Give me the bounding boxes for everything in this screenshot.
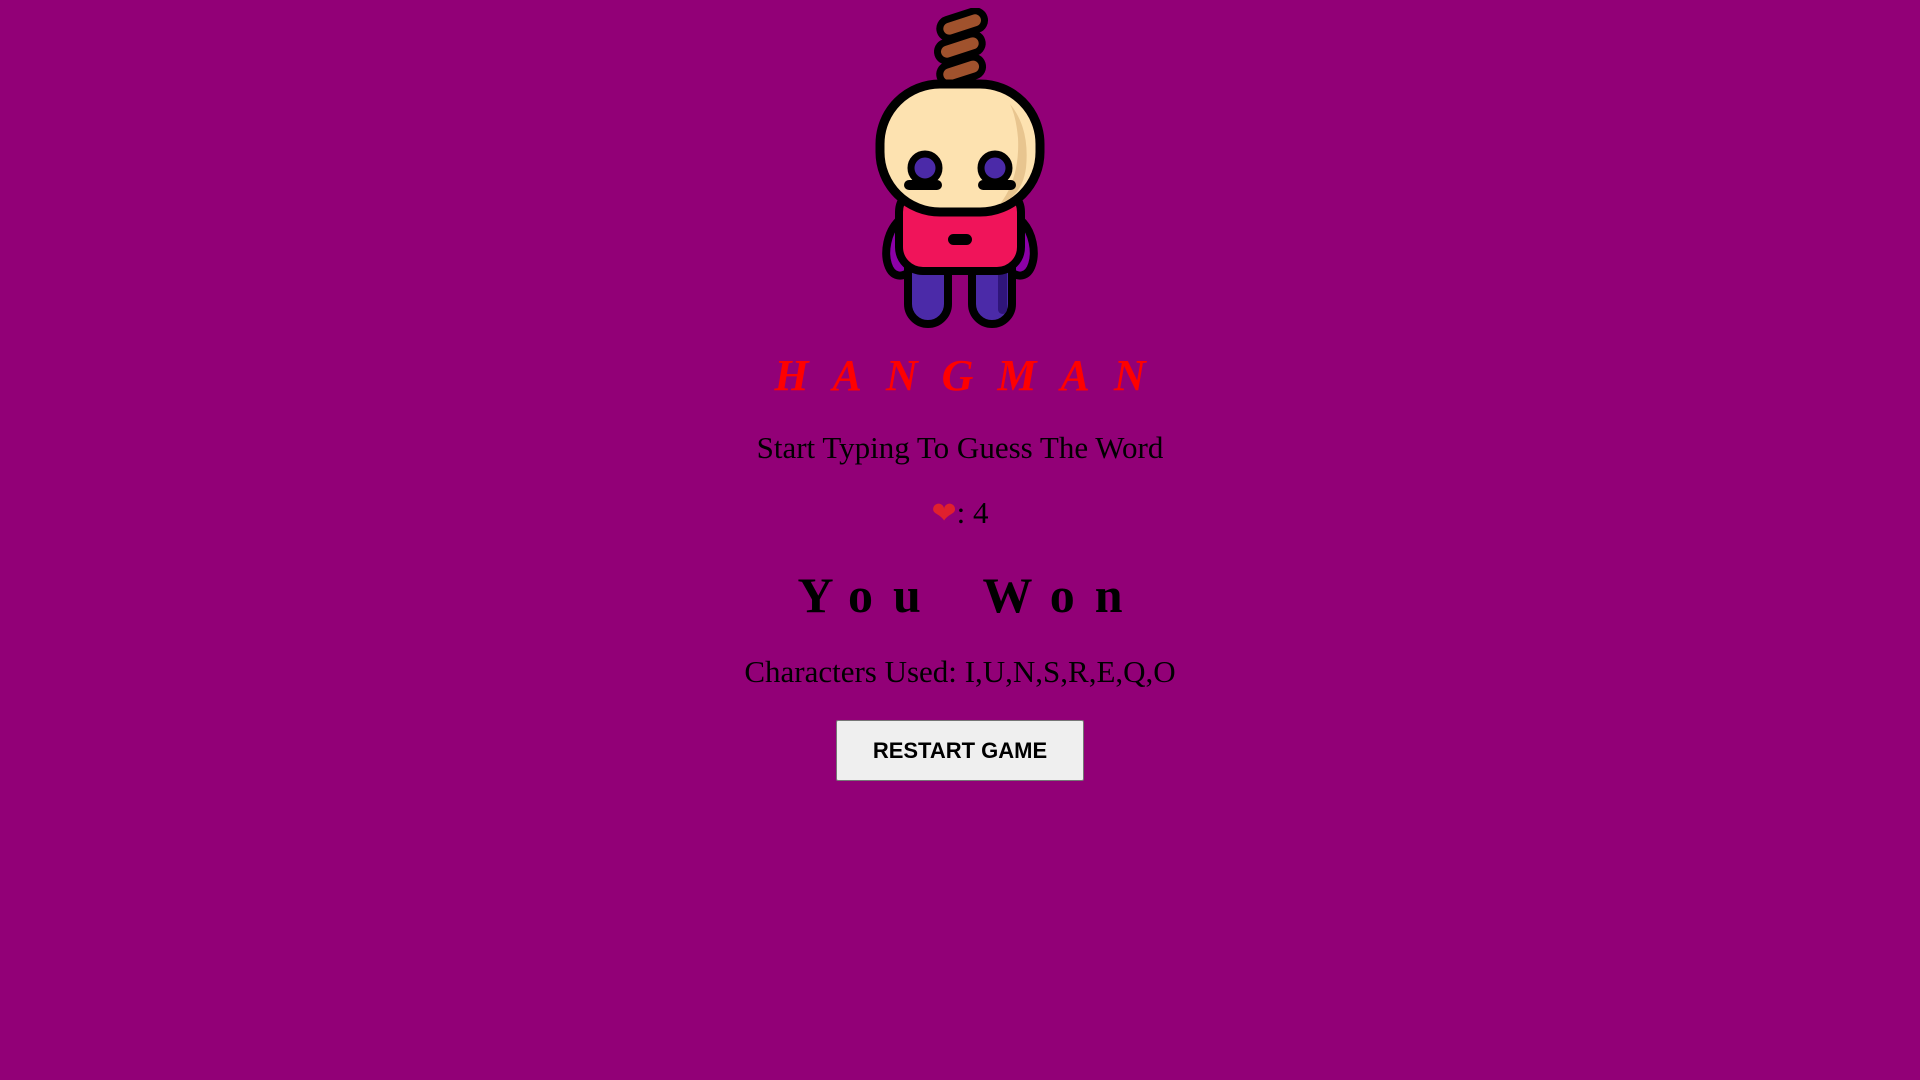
lives-separator: : <box>956 495 973 530</box>
lives-indicator: ❤: 4 <box>0 493 1920 534</box>
game-result-message: You Won <box>0 560 1920 630</box>
game-screen: HANGMAN Start Typing To Guess The Word ❤… <box>0 0 1920 1080</box>
instruction-text: Start Typing To Guess The Word <box>756 430 1164 465</box>
game-title: HANGMAN <box>774 351 1170 400</box>
characters-used: Characters Used: I,U,N,S,R,E,Q,O <box>0 652 1920 692</box>
result-word-1: You <box>797 567 941 623</box>
characters-used-list: I,U,N,S,R,E,Q,O <box>964 654 1176 689</box>
restart-game-button[interactable]: RESTART GAME <box>836 720 1084 781</box>
heart-icon: ❤ <box>931 496 957 531</box>
characters-used-label: Characters Used: <box>744 654 965 689</box>
rope-icon <box>934 8 988 88</box>
result-word-2: Won <box>982 567 1143 623</box>
lives-count: 4 <box>973 495 989 530</box>
hangman-character-illustration <box>875 8 1045 328</box>
